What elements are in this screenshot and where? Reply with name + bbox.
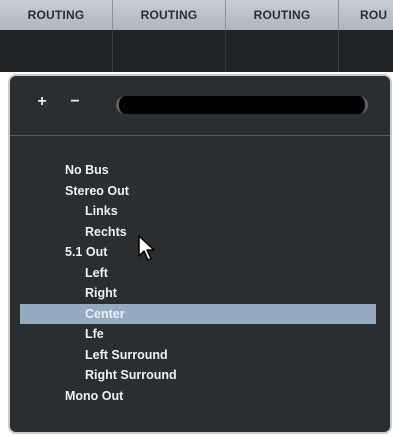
routing-header-row: ROUTING ROUTING ROUTING ROU xyxy=(0,0,393,30)
list-item-left-surround[interactable]: Left Surround xyxy=(10,345,390,366)
routing-slot-4[interactable] xyxy=(339,30,393,72)
column-header-routing-2[interactable]: ROUTING xyxy=(113,0,226,30)
list-item-rechts[interactable]: Rechts xyxy=(10,222,390,243)
routing-slot-1[interactable] xyxy=(0,30,113,72)
list-item-stereo-out[interactable]: Stereo Out xyxy=(10,181,390,202)
bus-list: No Bus Stereo Out Links Rechts 5.1 Out L… xyxy=(10,160,390,406)
list-item-no-bus[interactable]: No Bus xyxy=(10,160,390,181)
toolbar-divider xyxy=(10,135,390,136)
routing-popup-panel: + − No Bus Stereo Out Links Rechts 5.1 O… xyxy=(8,74,392,434)
list-item-right-surround[interactable]: Right Surround xyxy=(10,365,390,386)
list-item-center-selected[interactable]: Center xyxy=(20,303,376,324)
list-item-left[interactable]: Left xyxy=(10,263,390,284)
routing-slot-row xyxy=(0,30,393,72)
search-input[interactable] xyxy=(119,96,365,114)
list-item-right[interactable]: Right xyxy=(10,283,390,304)
list-item-links[interactable]: Links xyxy=(10,201,390,222)
remove-button[interactable]: − xyxy=(67,93,83,111)
column-header-routing-1[interactable]: ROUTING xyxy=(0,0,113,30)
list-item-5-1-out[interactable]: 5.1 Out xyxy=(10,242,390,263)
routing-slot-2[interactable] xyxy=(113,30,226,72)
column-header-routing-4[interactable]: ROU xyxy=(339,0,393,30)
add-button[interactable]: + xyxy=(34,93,50,111)
popup-toolbar: + − xyxy=(10,76,390,132)
search-field[interactable] xyxy=(116,96,368,114)
column-header-routing-3[interactable]: ROUTING xyxy=(226,0,339,30)
list-item-mono-out[interactable]: Mono Out xyxy=(10,386,390,407)
routing-slot-3[interactable] xyxy=(226,30,339,72)
list-item-lfe[interactable]: Lfe xyxy=(10,324,390,345)
